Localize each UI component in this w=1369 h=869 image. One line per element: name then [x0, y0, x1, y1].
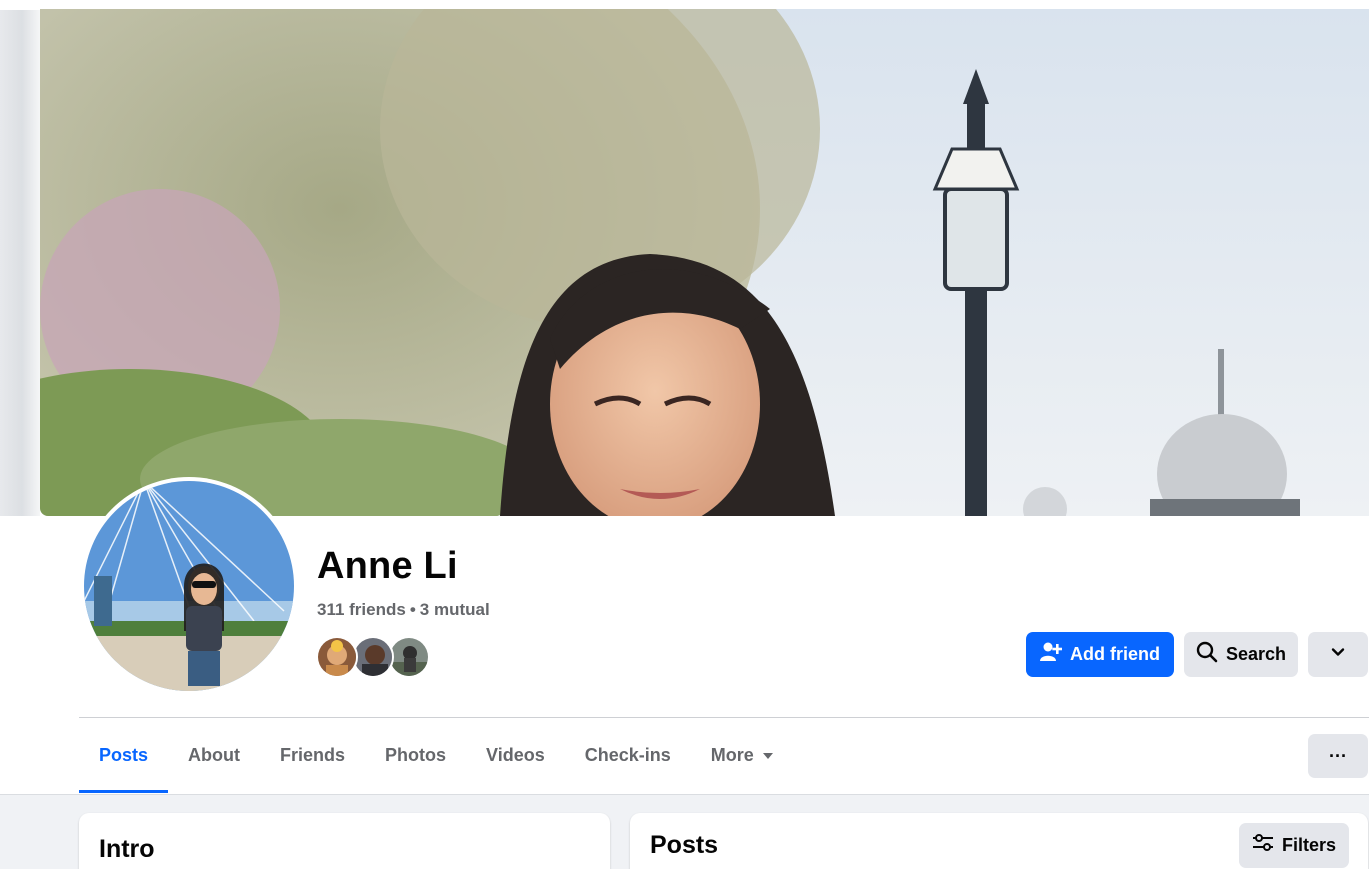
mutual-friends-avatars[interactable] [316, 636, 436, 678]
tab-label: More [710, 745, 754, 765]
filters-button[interactable]: Filters [1239, 823, 1349, 868]
separator-dot: • [409, 600, 416, 619]
add-person-icon [1040, 641, 1063, 668]
mutual-friend-avatar[interactable] [316, 636, 358, 678]
tab-friends[interactable]: Friends [260, 718, 365, 793]
tab-check-ins[interactable]: Check-ins [565, 718, 691, 793]
cover-photo[interactable] [40, 9, 1369, 516]
cover-photo-image [40, 9, 1369, 516]
tab-about[interactable]: About [168, 718, 260, 793]
tab-label: Friends [280, 745, 346, 765]
tab-more[interactable]: More [691, 718, 794, 793]
mutual-friend-avatar[interactable] [352, 636, 394, 678]
posts-title: Posts [650, 831, 719, 859]
tab-label: About [188, 745, 241, 765]
search-label: Search [1225, 644, 1287, 664]
caret-down-icon [762, 749, 774, 763]
intro-title: Intro [99, 835, 155, 863]
tab-label: Photos [385, 745, 447, 765]
profile-name: Anne Li [317, 545, 458, 587]
sliders-icon [1252, 834, 1274, 857]
profile-tabs: Posts About Friends Photos Videos Check-… [79, 718, 794, 793]
profile-options-button[interactable]: ··· [1308, 734, 1368, 778]
tab-label: Posts [99, 745, 149, 765]
more-actions-button[interactable] [1308, 632, 1368, 677]
tab-label: Videos [486, 745, 545, 765]
avatar [84, 481, 294, 691]
add-friend-label: Add friend [1070, 644, 1160, 664]
tab-posts[interactable]: Posts [79, 718, 169, 793]
add-friend-button[interactable]: Add friend [1026, 632, 1174, 677]
friends-summary: 311 friends • 3 mutual [317, 600, 490, 620]
tab-label: Check-ins [584, 745, 671, 765]
chevron-down-icon [1330, 644, 1346, 665]
profile-picture[interactable] [80, 477, 298, 695]
posts-card: Posts Filters [630, 813, 1368, 869]
ellipsis-icon: ··· [1329, 745, 1347, 766]
mutual-friend-avatar[interactable] [388, 636, 430, 678]
tab-photos[interactable]: Photos [365, 718, 466, 793]
search-profile-button[interactable]: Search [1184, 632, 1298, 677]
intro-card: Intro [79, 813, 610, 869]
tab-videos[interactable]: Videos [466, 718, 565, 793]
friends-count-link[interactable]: 311 friends [317, 600, 406, 619]
filters-label: Filters [1281, 835, 1337, 855]
magnifier-icon [1196, 641, 1218, 668]
mutual-count-link[interactable]: 3 mutual [420, 600, 490, 619]
left-margin-strip [0, 10, 40, 516]
